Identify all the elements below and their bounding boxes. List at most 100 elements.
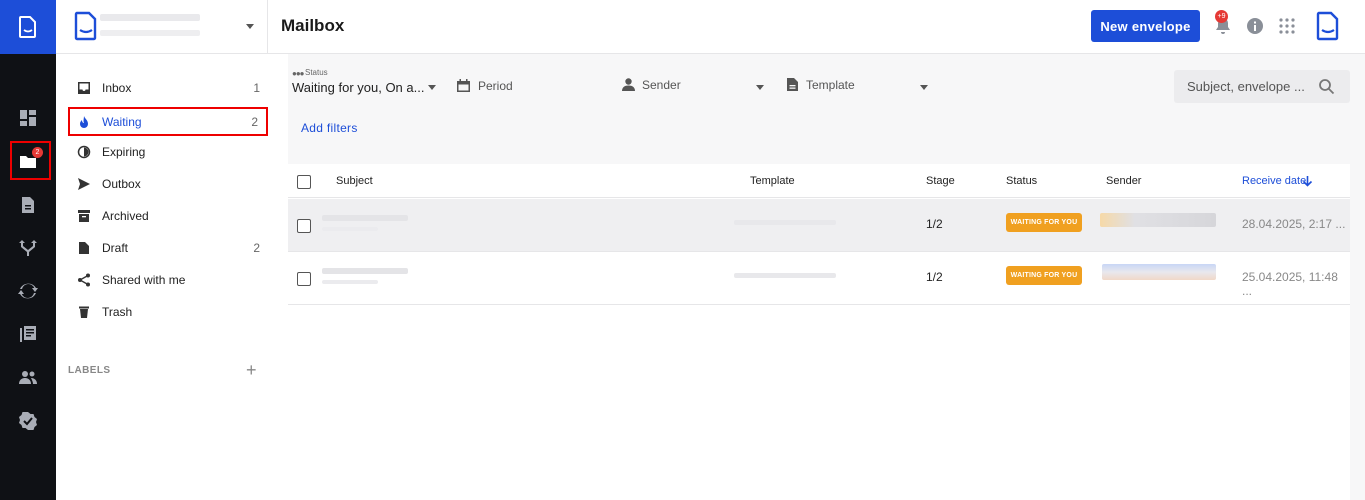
people-icon — [19, 371, 37, 384]
row-checkbox[interactable] — [297, 219, 311, 233]
column-status[interactable]: Status — [1006, 175, 1037, 187]
subject-redacted — [322, 268, 408, 274]
row-stage: 1/2 — [926, 217, 943, 231]
sidebar-item-outbox[interactable]: Outbox — [70, 171, 268, 197]
sidebar-item-label: Archived — [102, 209, 149, 223]
status-badge: WAITING FOR YOU — [1006, 266, 1082, 285]
person-icon — [621, 77, 636, 92]
merge-icon — [19, 240, 37, 256]
column-stage[interactable]: Stage — [926, 175, 955, 187]
user-avatar-logo-icon[interactable] — [1316, 11, 1340, 41]
inbox-icon — [76, 80, 92, 96]
sidebar-item-waiting[interactable]: Waiting 2 — [68, 107, 268, 136]
column-receive-date[interactable]: Receive date — [1242, 175, 1306, 187]
calendar-icon — [456, 78, 471, 93]
send-icon — [76, 176, 92, 192]
org-logo-icon — [74, 11, 97, 41]
page-title: Mailbox — [281, 16, 345, 35]
template-redacted — [734, 220, 836, 225]
info-icon[interactable] — [1245, 16, 1265, 36]
rail-mailbox-highlight — [10, 141, 51, 180]
table-row[interactable]: 1/2 WAITING FOR YOU 28.04.2025, 2:17 ... — [288, 199, 1350, 252]
half-clock-icon — [76, 144, 92, 160]
row-receive-date: 25.04.2025, 11:48 ... — [1242, 270, 1338, 298]
sidebar-item-archived[interactable]: Archived — [70, 203, 268, 229]
rail-workflows[interactable] — [0, 228, 56, 268]
rail-library[interactable] — [0, 314, 56, 354]
rail-settings[interactable] — [0, 401, 56, 441]
notification-badge: +9 — [1215, 10, 1228, 23]
mailbox-sidebar: Inbox 1 Waiting 2 Expiring Outbox Archiv… — [56, 54, 288, 500]
search-input[interactable] — [1174, 70, 1314, 103]
subject-sub-redacted — [322, 280, 378, 284]
new-envelope-button[interactable]: New envelope — [1091, 10, 1200, 42]
sidebar-item-label: Inbox — [102, 81, 132, 95]
add-filters-link[interactable]: Add filters — [301, 121, 358, 135]
table-header: Subject Template Stage Status Sender Rec… — [288, 164, 1350, 198]
mailbox-badge: 2 — [32, 147, 43, 158]
library-icon — [20, 326, 36, 342]
archive-icon — [76, 208, 92, 224]
envelopes-table: Subject Template Stage Status Sender Rec… — [288, 164, 1350, 500]
document-logo-icon — [19, 16, 36, 38]
sidebar-item-inbox[interactable]: Inbox 1 — [70, 75, 268, 101]
rail-dashboard[interactable] — [0, 98, 56, 138]
sidebar-item-label: Outbox — [102, 177, 141, 191]
chevron-down-icon[interactable] — [920, 85, 928, 90]
dashboard-icon — [20, 110, 36, 126]
row-receive-date: 28.04.2025, 2:17 ... — [1242, 217, 1346, 231]
dots-icon: ●●● — [292, 69, 304, 78]
arrow-down-icon[interactable] — [1302, 175, 1313, 187]
add-label-button[interactable]: + — [246, 360, 257, 381]
column-template[interactable]: Template — [750, 175, 795, 187]
document-icon — [22, 197, 34, 213]
apps-grid-icon[interactable] — [1277, 16, 1297, 36]
chevron-down-icon[interactable] — [756, 85, 764, 90]
sidebar-item-trash[interactable]: Trash — [70, 299, 268, 325]
sidebar-item-label: Expiring — [102, 145, 146, 159]
app-rail: 2 — [0, 0, 56, 500]
flame-icon — [76, 114, 92, 130]
subject-redacted — [322, 215, 408, 221]
column-subject[interactable]: Subject — [336, 175, 373, 187]
sidebar-item-draft[interactable]: Draft 2 — [70, 235, 268, 261]
rail-contacts[interactable] — [0, 357, 56, 397]
status-filter-value[interactable]: Waiting for you, On a... — [292, 80, 424, 95]
sidebar-item-count: 1 — [253, 81, 260, 95]
select-all-checkbox[interactable] — [297, 175, 311, 189]
subject-sub-redacted — [322, 227, 378, 231]
template-redacted — [734, 273, 836, 278]
sidebar-item-label: Shared with me — [102, 273, 186, 287]
org-subtitle-redacted — [100, 30, 200, 36]
template-filter[interactable]: Template — [806, 78, 855, 92]
status-filter-label: Status — [305, 68, 328, 77]
sidebar-item-expiring[interactable]: Expiring — [70, 139, 268, 165]
org-name-redacted — [100, 14, 200, 21]
column-sender[interactable]: Sender — [1106, 175, 1141, 187]
table-row[interactable]: 1/2 WAITING FOR YOU 25.04.2025, 11:48 ..… — [288, 252, 1350, 305]
row-checkbox[interactable] — [297, 272, 311, 286]
org-switcher[interactable] — [56, 0, 268, 53]
sender-filter[interactable]: Sender — [642, 78, 681, 92]
draft-document-icon — [76, 240, 92, 256]
search-icon[interactable] — [1318, 78, 1335, 95]
sidebar-item-label: Draft — [102, 241, 129, 255]
template-document-icon — [785, 77, 800, 92]
sidebar-item-label: Waiting — [102, 114, 142, 129]
status-badge: WAITING FOR YOU — [1006, 213, 1082, 232]
sidebar-item-shared[interactable]: Shared with me — [70, 267, 268, 293]
sidebar-item-count: 2 — [253, 241, 260, 255]
sender-redacted — [1102, 264, 1216, 280]
sidebar-item-label: Trash — [102, 305, 133, 319]
rail-documents[interactable] — [0, 185, 56, 225]
badge-check-icon — [19, 412, 37, 430]
chevron-down-icon[interactable] — [428, 85, 436, 90]
sender-redacted — [1100, 213, 1216, 227]
top-bar: Mailbox New envelope +9 — [56, 0, 1365, 54]
app-logo[interactable] — [0, 0, 56, 54]
labels-header: LABELS — [68, 365, 111, 376]
rail-sync[interactable] — [0, 271, 56, 311]
sidebar-item-count: 2 — [251, 114, 258, 129]
share-icon — [76, 272, 92, 288]
period-filter[interactable]: Period — [478, 79, 513, 93]
